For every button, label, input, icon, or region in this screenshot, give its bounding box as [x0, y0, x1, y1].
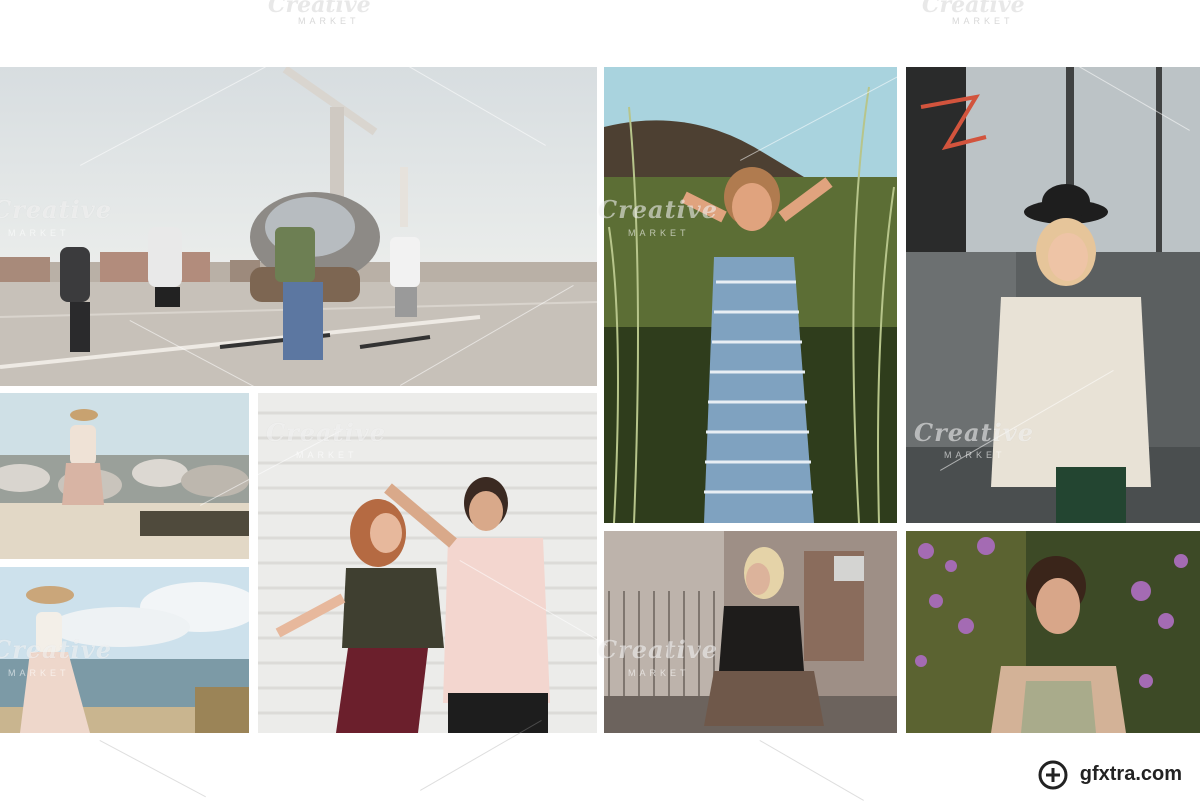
photo-city-blonde: [604, 531, 897, 733]
watermark-line: [759, 740, 864, 801]
photo-beach-rocks: [0, 393, 249, 559]
photo-sea-dress: [0, 567, 249, 733]
gfxtra-logo-icon: [1038, 760, 1068, 790]
top-watermark-left-sub: MARKET: [298, 16, 360, 26]
top-watermark-right-sub: MARKET: [952, 16, 1014, 26]
watermark-line: [99, 740, 206, 798]
photo-cafe-hat-reading: [906, 67, 1200, 523]
photo-couple-laughing: [258, 393, 597, 733]
photo-flowers-woman: [906, 531, 1200, 733]
footer-site-label[interactable]: gfxtra.com: [1080, 763, 1182, 786]
photo-helicopter-shoot: [0, 67, 597, 386]
photo-field-striped-dress: [604, 67, 897, 523]
